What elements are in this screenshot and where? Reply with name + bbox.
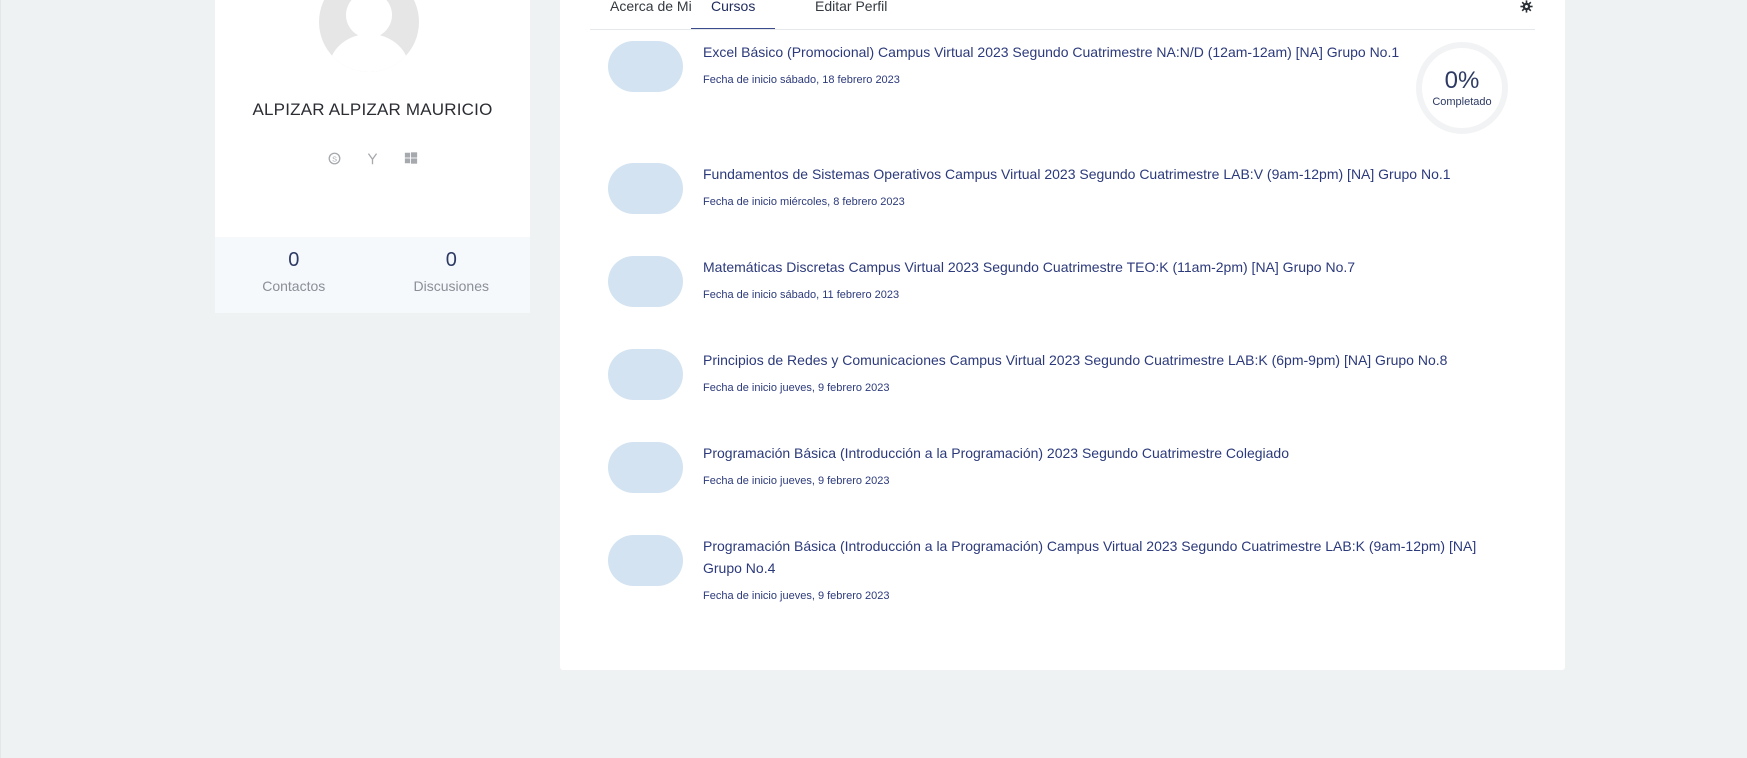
course-start-date: Fecha de inicio sábado, 18 febrero 2023 xyxy=(703,74,900,86)
progress-label: Completado xyxy=(1432,96,1492,108)
courses-card: Acerca de Mi Cursos Editar Perfil Excel … xyxy=(560,0,1565,670)
profile-name: ALPIZAR ALPIZAR MAURICIO xyxy=(252,100,493,119)
stat-discussions[interactable]: 0 Discusiones xyxy=(373,237,531,313)
course-start-date: Fecha de inicio sábado, 11 febrero 2023 xyxy=(703,289,900,301)
course-item[interactable]: Principios de Redes y Comunicaciones Cam… xyxy=(608,349,1508,409)
course-thumbnail[interactable] xyxy=(608,256,683,307)
course-item[interactable]: Programación Básica (Introducción a la P… xyxy=(608,535,1508,615)
course-title[interactable]: Principios de Redes y Comunicaciones Cam… xyxy=(703,349,1493,371)
course-start-date: Fecha de inicio jueves, 9 febrero 2023 xyxy=(703,382,890,394)
course-progress: 0% Completado xyxy=(1416,42,1508,134)
course-item[interactable]: Matemáticas Discretas Campus Virtual 202… xyxy=(608,256,1508,316)
page-edge xyxy=(0,0,1,758)
course-item[interactable]: Excel Básico (Promocional) Campus Virtua… xyxy=(608,41,1508,131)
avatar xyxy=(319,0,419,72)
course-item[interactable]: Fundamentos de Sistemas Operativos Campu… xyxy=(608,163,1508,223)
stat-value: 0 xyxy=(445,249,457,271)
course-thumbnail[interactable] xyxy=(608,535,683,586)
tab-about[interactable]: Acerca de Mi xyxy=(610,0,692,28)
stat-label: Contactos xyxy=(262,278,326,294)
yahoo-icon[interactable] xyxy=(365,150,381,166)
course-start-date: Fecha de inicio jueves, 9 febrero 2023 xyxy=(703,590,890,602)
course-thumbnail[interactable] xyxy=(608,349,683,400)
social-links: S xyxy=(215,150,530,166)
skype-icon[interactable]: S xyxy=(327,150,343,166)
course-title[interactable]: Excel Básico (Promocional) Campus Virtua… xyxy=(703,41,1493,63)
course-title[interactable]: Fundamentos de Sistemas Operativos Campu… xyxy=(703,163,1493,185)
stat-label: Discusiones xyxy=(413,278,489,294)
course-thumbnail[interactable] xyxy=(608,442,683,493)
course-start-date: Fecha de inicio miércoles, 8 febrero 202… xyxy=(703,196,905,208)
stat-value: 0 xyxy=(288,249,300,271)
course-thumbnail[interactable] xyxy=(608,41,683,92)
tab-edit-profile[interactable]: Editar Perfil xyxy=(815,0,887,28)
progress-value: 0% xyxy=(1444,67,1480,94)
course-start-date: Fecha de inicio jueves, 9 febrero 2023 xyxy=(703,475,890,487)
profile-tabs: Acerca de Mi Cursos Editar Perfil xyxy=(590,0,1535,30)
course-title[interactable]: Programación Básica (Introducción a la P… xyxy=(703,535,1493,579)
profile-stats: 0 Contactos 0 Discusiones xyxy=(215,237,530,313)
windows-icon[interactable] xyxy=(403,150,419,166)
course-title[interactable]: Matemáticas Discretas Campus Virtual 202… xyxy=(703,256,1493,278)
course-title[interactable]: Programación Básica (Introducción a la P… xyxy=(703,442,1493,464)
svg-text:S: S xyxy=(332,154,337,163)
course-item[interactable]: Programación Básica (Introducción a la P… xyxy=(608,442,1508,502)
gear-icon[interactable] xyxy=(1520,0,1534,14)
stat-contacts[interactable]: 0 Contactos xyxy=(215,237,373,313)
tab-courses[interactable]: Cursos xyxy=(691,0,776,29)
course-thumbnail[interactable] xyxy=(608,163,683,214)
profile-card: ALPIZAR ALPIZAR MAURICIO S 0 Contactos 0… xyxy=(215,0,530,313)
